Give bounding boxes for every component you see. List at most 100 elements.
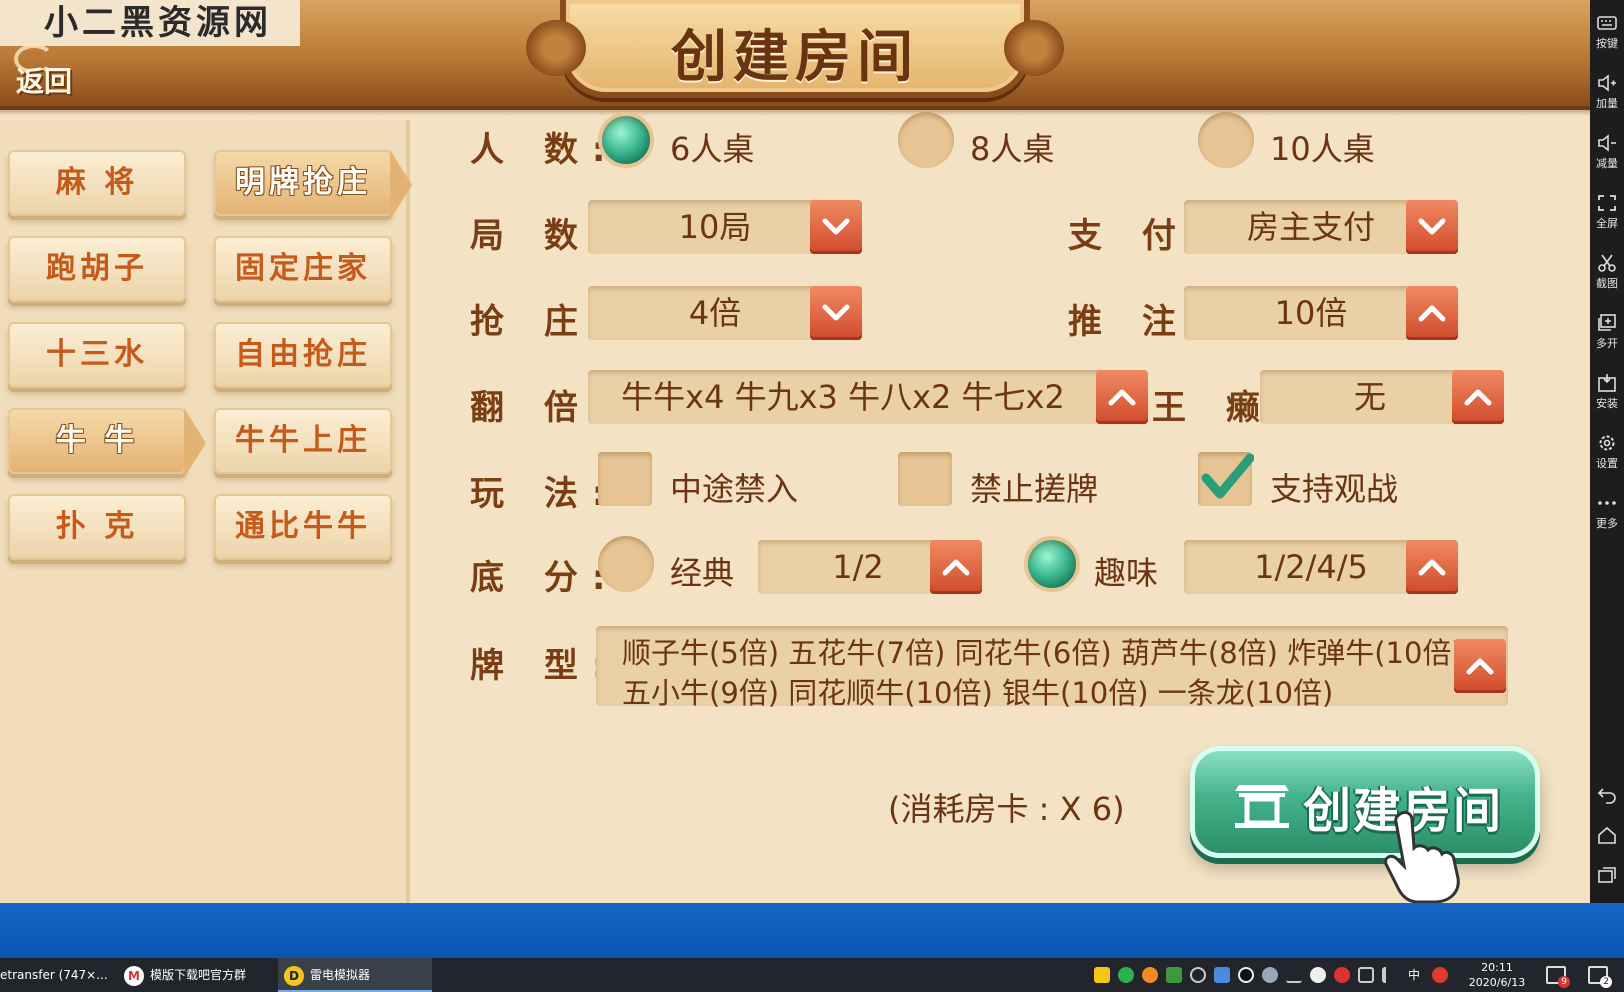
mode-niuniu-shangzhuang[interactable]: 牛牛上庄 bbox=[214, 408, 392, 474]
base-classic-select[interactable]: 1/2 bbox=[758, 540, 982, 594]
home-icon bbox=[1598, 826, 1616, 844]
rule-no-squeeze-checkbox[interactable] bbox=[898, 452, 952, 506]
task-etransfer[interactable]: etransfer (747×... bbox=[0, 958, 112, 992]
recent-apps-icon bbox=[1598, 867, 1616, 883]
checkmark-icon bbox=[1201, 453, 1254, 499]
back-arrow-icon bbox=[1597, 788, 1616, 804]
tray-pen-icon[interactable] bbox=[1286, 967, 1302, 983]
payment-select[interactable]: 房主支付 bbox=[1184, 200, 1458, 254]
task-template-group[interactable]: M 模版下载吧官方群 bbox=[120, 958, 270, 992]
watermark: 小二黑资源网 bbox=[0, 0, 300, 46]
room-card-cost: (消耗房卡 : X 6) bbox=[888, 790, 1125, 828]
emu-install[interactable]: 安装 bbox=[1590, 374, 1624, 411]
push-select[interactable]: 10倍 bbox=[1184, 286, 1458, 340]
tray-app-icon[interactable] bbox=[1142, 967, 1158, 983]
emu-fullscreen[interactable]: 全屏 bbox=[1590, 194, 1624, 231]
rule-midway-ban-checkbox[interactable] bbox=[598, 452, 652, 506]
emu-multi-open[interactable]: 多开 bbox=[1590, 314, 1624, 351]
card-types-line-2: 五小牛(9倍) 同花顺牛(10倍) 银牛(10倍) 一条龙(10倍) bbox=[622, 676, 1334, 710]
players-8-radio[interactable] bbox=[898, 112, 954, 168]
emu-fullscreen-label: 全屏 bbox=[1596, 217, 1618, 230]
tray-wechat-icon[interactable] bbox=[1118, 967, 1134, 983]
emu-recent[interactable] bbox=[1590, 866, 1624, 884]
emu-settings-label: 设置 bbox=[1596, 457, 1618, 470]
emu-settings[interactable]: 设置 bbox=[1590, 434, 1624, 471]
task-etransfer-label: etransfer (747×... bbox=[0, 968, 108, 982]
category-niuniu[interactable]: 牛 牛 bbox=[8, 408, 206, 478]
speaker-icon[interactable] bbox=[1382, 967, 1398, 983]
create-room-button[interactable]: 创建房间 bbox=[1190, 746, 1540, 858]
back-button[interactable]: 返回 bbox=[8, 44, 88, 98]
base-fun-value: 1/2/4/5 bbox=[1254, 548, 1368, 586]
mode-mingpai-qiangzhuang[interactable]: 明牌抢庄 bbox=[214, 150, 412, 220]
tray-shield-icon[interactable] bbox=[1166, 967, 1182, 983]
card-types-line-1: 顺子牛(5倍) 五花牛(7倍) 同花牛(6倍) 葫芦牛(8倍) 炸弹牛(10倍) bbox=[622, 636, 1463, 670]
emu-more-label: 更多 bbox=[1596, 517, 1618, 530]
title-plaque: 创建房间 bbox=[526, 0, 1064, 98]
house-icon bbox=[1235, 785, 1289, 828]
tray-virus-icon[interactable] bbox=[1334, 967, 1350, 983]
category-shisanshui[interactable]: 十三水 bbox=[8, 322, 186, 388]
card-types-select[interactable]: 顺子牛(5倍) 五花牛(7倍) 同花牛(6倍) 葫芦牛(8倍) 炸弹牛(10倍)… bbox=[596, 626, 1508, 710]
emu-screenshot[interactable]: 截图 bbox=[1590, 254, 1624, 291]
ime-indicator[interactable]: 中 bbox=[1406, 967, 1422, 983]
push-value: 10倍 bbox=[1274, 294, 1348, 332]
base-fun-label: 趣味 bbox=[1094, 554, 1159, 592]
network-icon[interactable] bbox=[1358, 967, 1374, 983]
emu-multi-open-label: 多开 bbox=[1596, 337, 1618, 350]
chevron-up-icon bbox=[1406, 286, 1458, 340]
players-10-radio[interactable] bbox=[1198, 112, 1254, 168]
notification-center-icon[interactable]: 9 bbox=[1546, 966, 1570, 988]
chevron-down-icon bbox=[1406, 200, 1458, 254]
emu-volume-down-label: 减量 bbox=[1596, 157, 1618, 170]
base-score-label: 底 分: bbox=[470, 558, 620, 598]
tray-security-icon[interactable] bbox=[1310, 967, 1326, 983]
base-classic-radio[interactable] bbox=[598, 536, 654, 592]
tray-user-icon[interactable] bbox=[1262, 967, 1278, 983]
fullscreen-icon bbox=[1598, 195, 1616, 211]
base-fun-select[interactable]: 1/2/4/5 bbox=[1184, 540, 1458, 594]
message-badge: 2 bbox=[1600, 976, 1612, 988]
back-label: 返回 bbox=[16, 65, 73, 98]
chevron-down-icon bbox=[810, 286, 862, 340]
clock[interactable]: 20:11 2020/6/13 bbox=[1458, 958, 1536, 992]
base-classic-value: 1/2 bbox=[832, 548, 884, 586]
emu-home[interactable] bbox=[1590, 826, 1624, 844]
emulator-app-icon: D bbox=[284, 965, 304, 986]
players-10-label: 10人桌 bbox=[1270, 130, 1375, 168]
wildcard-select[interactable]: 无 bbox=[1260, 370, 1504, 424]
tray-network-app-icon[interactable] bbox=[1214, 967, 1230, 983]
scissors-icon bbox=[1598, 254, 1616, 272]
notification-badge: 9 bbox=[1558, 976, 1570, 988]
category-poker[interactable]: 扑 克 bbox=[8, 494, 186, 560]
rounds-select[interactable]: 10局 bbox=[588, 200, 862, 254]
players-6-radio[interactable] bbox=[598, 112, 654, 168]
tray-sogou-icon[interactable] bbox=[1432, 967, 1448, 983]
chevron-down-icon bbox=[810, 200, 862, 254]
emu-keyboard[interactable]: 按键 bbox=[1590, 14, 1624, 51]
mode-ziyou-qiangzhuang[interactable]: 自由抢庄 bbox=[214, 322, 392, 388]
players-6-label: 6人桌 bbox=[670, 130, 755, 168]
tray-qq-icon[interactable] bbox=[1238, 967, 1254, 983]
mode-tongbi-niuniu[interactable]: 通比牛牛 bbox=[214, 494, 392, 560]
sidebar: 麻 将 跑胡子 十三水 牛 牛 扑 克 明牌抢庄 固定庄家 自由抢庄 牛牛上庄 … bbox=[0, 120, 412, 903]
emu-volume-up[interactable]: 加量 bbox=[1590, 74, 1624, 111]
multiply-select[interactable]: 牛牛x4 牛九x3 牛八x2 牛七x2 bbox=[588, 370, 1148, 424]
emu-more[interactable]: 更多 bbox=[1590, 494, 1624, 531]
category-mahjong[interactable]: 麻 将 bbox=[8, 150, 186, 216]
rob-select[interactable]: 4倍 bbox=[588, 286, 862, 340]
tray-emulator-icon[interactable] bbox=[1094, 967, 1110, 983]
base-fun-radio[interactable] bbox=[1024, 536, 1080, 592]
page-title: 创建房间 bbox=[671, 24, 919, 90]
emu-volume-down[interactable]: 减量 bbox=[1590, 134, 1624, 171]
payment-value: 房主支付 bbox=[1246, 208, 1375, 246]
emu-back[interactable] bbox=[1590, 786, 1624, 804]
rule-spectate-checkbox[interactable] bbox=[1198, 452, 1254, 506]
rule-spectate-label: 支持观战 bbox=[1270, 470, 1399, 508]
message-icon[interactable]: 2 bbox=[1588, 966, 1612, 988]
chevron-up-icon bbox=[1454, 639, 1506, 693]
mode-guding-zhuangjia[interactable]: 固定庄家 bbox=[214, 236, 392, 302]
tray-cloud-icon[interactable] bbox=[1190, 967, 1206, 983]
task-emulator[interactable]: D 雷电模拟器 bbox=[278, 958, 432, 992]
category-paohuzi[interactable]: 跑胡子 bbox=[8, 236, 186, 302]
